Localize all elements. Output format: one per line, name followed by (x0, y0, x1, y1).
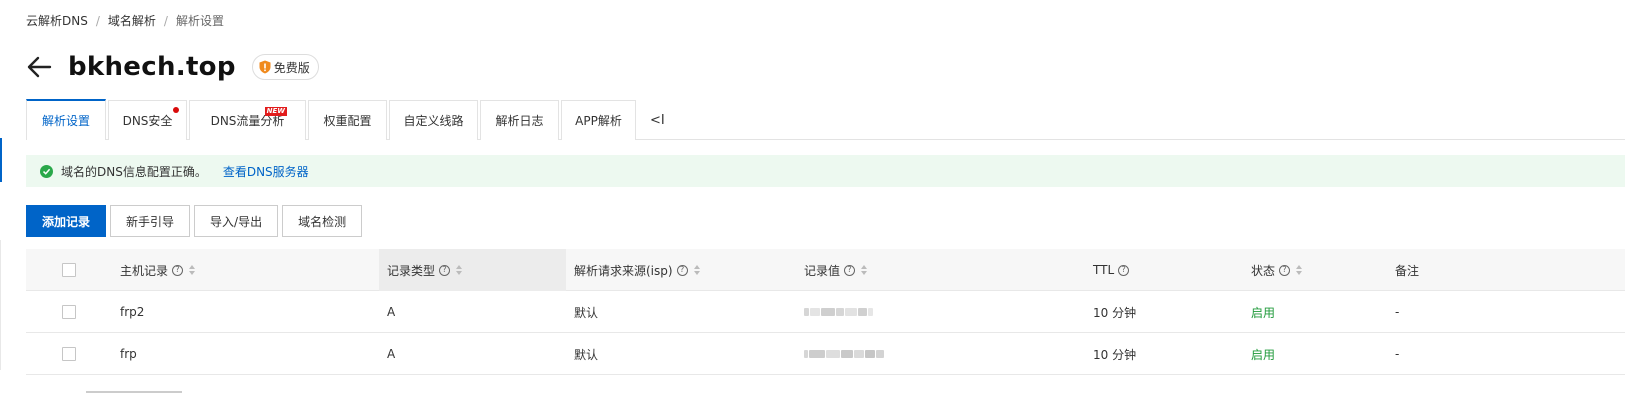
page-header: bkhech.top 免费版 (26, 50, 319, 84)
left-edge-indicator (0, 138, 2, 182)
table-row[interactable]: frp A 默认 10 分钟 启用 - (26, 333, 1625, 375)
view-dns-servers-link[interactable]: 查看DNS服务器 (223, 163, 309, 180)
help-icon[interactable]: ? (844, 264, 856, 276)
tab-label: 解析设置 (41, 114, 90, 128)
tab-weight-config[interactable]: 权重配置 (308, 100, 387, 140)
tab-dns-security[interactable]: DNS安全 (108, 100, 187, 140)
redacted-value (804, 350, 884, 358)
header-isp: 解析请求来源(isp) ? (574, 249, 700, 291)
records-table: 主机记录 ? 记录类型 ? 解析请求来源(isp) ? 记录值 ? TTL ? … (26, 249, 1625, 375)
sort-icon[interactable] (456, 265, 463, 275)
tab-label: 权重配置 (323, 114, 372, 128)
notice-text: 域名的DNS信息配置正确。 (61, 164, 207, 179)
sort-icon[interactable] (861, 265, 868, 275)
tab-resolve-log[interactable]: 解析日志 (480, 100, 559, 140)
select-all-checkbox[interactable] (62, 263, 76, 277)
dns-config-notice: 域名的DNS信息配置正确。 查看DNS服务器 (26, 155, 1625, 187)
breadcrumb-item-dns[interactable]: 云解析DNS (26, 12, 88, 29)
tab-label: APP解析 (575, 114, 622, 128)
import-export-button[interactable]: 导入/导出 (194, 205, 279, 237)
edition-label: 免费版 (273, 60, 310, 75)
record-toolbar: 添加记录 新手引导 导入/导出 域名检测 (26, 205, 366, 237)
header-label: TTL (1093, 263, 1115, 277)
sort-icon[interactable] (693, 265, 700, 275)
cell-type: A (387, 305, 396, 319)
cell-remark: - (1395, 305, 1400, 319)
help-icon[interactable]: ? (1118, 264, 1130, 276)
cell-status: 启用 (1251, 347, 1276, 362)
help-icon[interactable]: ? (676, 264, 688, 276)
header-label: 记录类型 (387, 263, 436, 278)
cell-type: A (387, 347, 396, 361)
new-badge: NEW (264, 107, 287, 116)
check-circle-icon (40, 164, 53, 178)
header-status: 状态 ? (1251, 249, 1303, 291)
breadcrumb-item-domain-resolve[interactable]: 域名解析 (108, 12, 156, 29)
row-checkbox[interactable] (62, 305, 76, 319)
breadcrumb-separator: / (163, 13, 168, 28)
add-record-button[interactable]: 添加记录 (26, 205, 107, 237)
tab-custom-line[interactable]: 自定义线路 (389, 100, 478, 140)
tab-bar: 解析设置 DNS安全 DNS流量分析 NEW 权重配置 自定义线路 解析日志 A… (26, 99, 665, 140)
cell-host: frp2 (120, 305, 145, 319)
header-type: 记录类型 ? (387, 249, 463, 291)
select-all-cell (62, 249, 76, 291)
header-label: 记录值 (804, 263, 841, 278)
cell-value (804, 333, 884, 375)
page-title: bkhech.top (68, 52, 236, 82)
help-icon[interactable]: ? (172, 264, 184, 276)
cell-isp: 默认 (574, 305, 599, 320)
redacted-value (804, 308, 873, 316)
sort-icon[interactable] (1296, 265, 1303, 275)
cell-host: frp (120, 347, 137, 361)
tab-label: DNS安全 (122, 114, 173, 128)
cell-ttl: 10 分钟 (1093, 305, 1137, 320)
collapse-tabs-icon[interactable]: <I (650, 100, 665, 140)
header-ttl: TTL ? (1093, 249, 1130, 291)
cell-status: 启用 (1251, 305, 1276, 320)
header-label: 解析请求来源(isp) (574, 263, 673, 278)
alert-dot-icon (173, 107, 179, 113)
row-checkbox[interactable] (62, 347, 76, 361)
help-icon[interactable]: ? (439, 264, 451, 276)
edition-badge: 免费版 (251, 54, 319, 80)
cell-ttl: 10 分钟 (1093, 347, 1137, 362)
beginner-guide-button[interactable]: 新手引导 (110, 205, 191, 237)
breadcrumb: 云解析DNS / 域名解析 / 解析设置 (26, 12, 224, 29)
pagination-edge (86, 391, 182, 393)
header-label: 主机记录 (120, 263, 169, 278)
cell-isp: 默认 (574, 347, 599, 362)
sort-icon[interactable] (189, 265, 196, 275)
tab-label: 自定义线路 (403, 114, 464, 128)
cell-remark: - (1395, 347, 1400, 361)
header-label: 备注 (1395, 263, 1420, 278)
tab-app-resolve[interactable]: APP解析 (561, 100, 636, 140)
shield-icon (259, 60, 271, 74)
header-value: 记录值 ? (804, 249, 868, 291)
back-arrow-icon[interactable] (26, 54, 52, 80)
row-select-cell (62, 291, 76, 333)
cell-value (804, 291, 873, 333)
tab-dns-traffic-analysis[interactable]: DNS流量分析 NEW (189, 100, 306, 140)
header-remark: 备注 (1395, 249, 1419, 291)
header-host: 主机记录 ? (120, 249, 196, 291)
tab-label: 解析日志 (495, 114, 544, 128)
tab-resolve-settings[interactable]: 解析设置 (26, 99, 106, 140)
breadcrumb-separator: / (95, 13, 100, 28)
table-header: 主机记录 ? 记录类型 ? 解析请求来源(isp) ? 记录值 ? TTL ? … (26, 249, 1625, 291)
domain-check-button[interactable]: 域名检测 (282, 205, 363, 237)
header-label: 状态 (1251, 263, 1276, 278)
breadcrumb-item-current: 解析设置 (175, 14, 224, 28)
row-select-cell (62, 333, 76, 375)
table-row[interactable]: frp2 A 默认 10 分钟 启用 - (26, 291, 1625, 333)
left-edge-divider (0, 240, 1, 370)
help-icon[interactable]: ? (1279, 264, 1291, 276)
